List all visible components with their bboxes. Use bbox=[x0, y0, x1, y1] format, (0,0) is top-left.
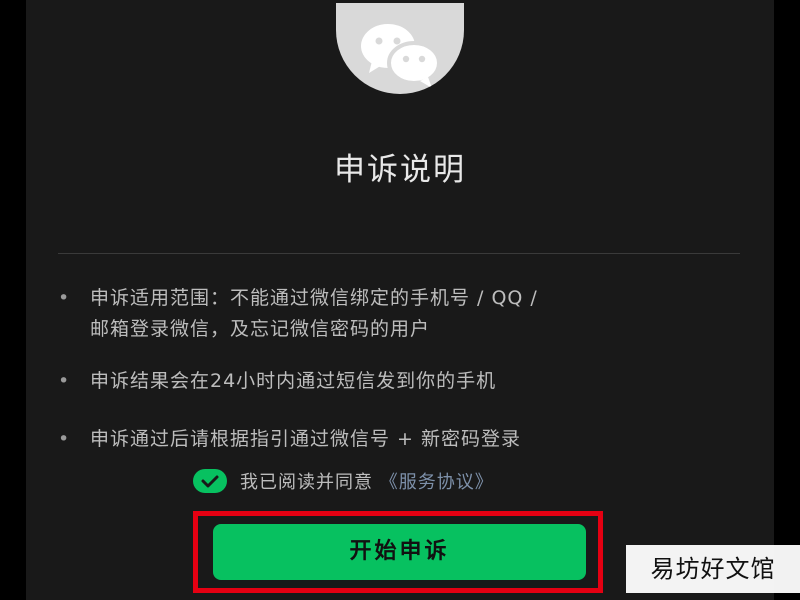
bullet-dot: • bbox=[58, 428, 71, 450]
start-appeal-button[interactable]: 开始申诉 bbox=[213, 524, 586, 580]
bullet-dot: • bbox=[58, 370, 71, 392]
info-bullet-scope: • 申诉适用范围：不能通过微信绑定的手机号 / QQ / 邮箱登录微信，及忘记微… bbox=[58, 283, 748, 345]
agreement-label: 我已阅读并同意 bbox=[240, 472, 373, 493]
bullet-text-line2: 邮箱登录微信，及忘记微信密码的用户 bbox=[90, 318, 431, 340]
watermark: 易坊好文馆 bbox=[626, 545, 800, 593]
info-bullet-result: • 申诉结果会在24小时内通过短信发到你的手机 bbox=[58, 366, 748, 397]
info-bullet-login: • 申诉通过后请根据指引通过微信号 + 新密码登录 bbox=[58, 424, 748, 455]
bullet-text-line1: 申诉适用范围：不能通过微信绑定的手机号 / QQ / bbox=[90, 287, 538, 309]
bullet-dot: • bbox=[58, 287, 71, 309]
bullet-text: 申诉通过后请根据指引通过微信号 + 新密码登录 bbox=[90, 428, 522, 450]
checkmark-icon bbox=[201, 475, 219, 488]
agree-checkbox[interactable] bbox=[193, 469, 227, 493]
wechat-logo-icon bbox=[336, 3, 464, 94]
service-agreement-link[interactable]: 《服务协议》 bbox=[380, 472, 494, 493]
page-title: 申诉说明 bbox=[334, 152, 466, 188]
bullet-text: 申诉结果会在24小时内通过短信发到你的手机 bbox=[90, 370, 497, 392]
divider bbox=[58, 253, 740, 254]
agreement-text: 我已阅读并同意 《服务协议》 bbox=[240, 468, 494, 494]
